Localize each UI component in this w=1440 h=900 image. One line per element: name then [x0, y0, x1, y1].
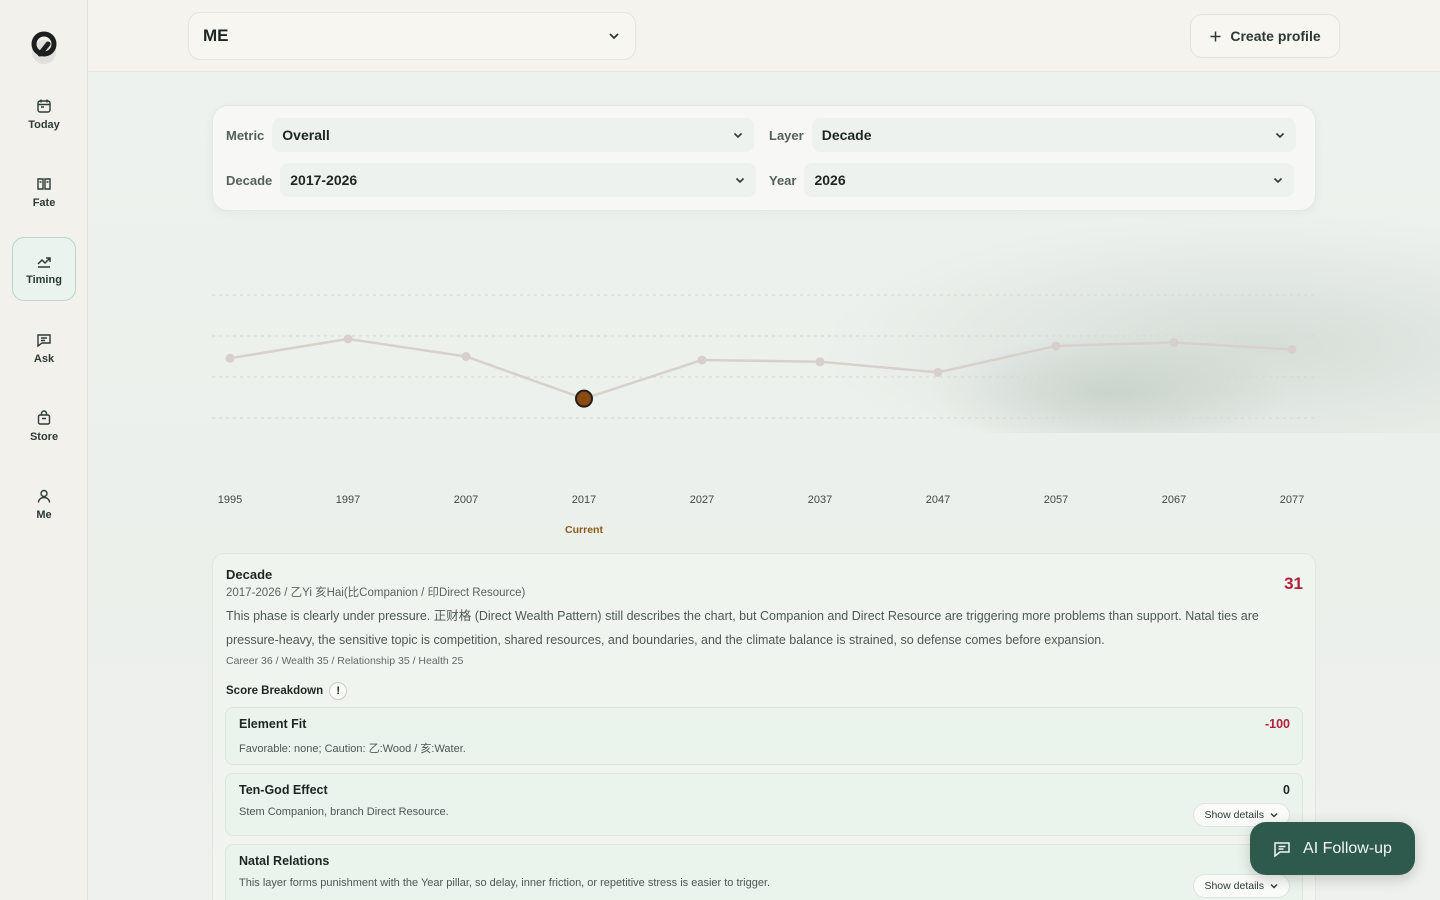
- chevron-down-icon: [1270, 884, 1278, 889]
- app-logo-icon[interactable]: [30, 28, 58, 68]
- timing-chart: 1995 1997 2007 2017 2027 2037 2047 2057 2067 2077…: [212, 294, 1316, 536]
- data-point: [461, 352, 471, 361]
- chevron-down-icon: [609, 33, 619, 40]
- data-point: [225, 353, 235, 363]
- data-point: [1169, 337, 1179, 347]
- nav-label: Ask: [33, 352, 55, 365]
- show-details-label: Show details: [1204, 809, 1264, 821]
- nav-label: Me: [36, 508, 52, 521]
- x-tick-label: 2047: [926, 494, 950, 506]
- breakdown-desc: Favorable: none; Caution: 乙:Wood / 亥:Wat…: [239, 743, 466, 755]
- decade-card: Decade 2017-2026 / 乙Yi 亥Hai(比Companion /…: [212, 553, 1316, 900]
- message-icon: [37, 333, 51, 347]
- x-tick-label: 2067: [1162, 494, 1186, 506]
- book-icon: [37, 177, 51, 190]
- breakdown-value: 0: [1283, 783, 1290, 797]
- data-point: [697, 355, 707, 365]
- breakdown-name: Natal Relations: [239, 854, 330, 868]
- x-tick-label: 2037: [808, 494, 832, 506]
- breakdown-name: Ten-God Effect: [239, 783, 328, 797]
- nav-label: Today: [28, 118, 60, 131]
- decade-title: Decade: [226, 567, 273, 582]
- x-tick-label: 2017: [572, 494, 596, 506]
- sidebar: Today Fate Timing Ask Store Me: [0, 0, 88, 900]
- data-point: [1287, 344, 1297, 354]
- x-tick-label: 2007: [454, 494, 478, 506]
- score-breakdown-label: Score Breakdown: [226, 685, 324, 697]
- data-point: [933, 367, 943, 377]
- breakdown-desc: Stem Companion, branch Direct Resource.: [239, 806, 449, 818]
- data-point: [815, 357, 825, 367]
- show-details-button[interactable]: Show details: [1193, 874, 1290, 898]
- nav-label: Timing: [26, 273, 62, 286]
- x-tick-label: 1997: [336, 494, 360, 506]
- breakdown-value: -100: [1264, 717, 1290, 731]
- chevron-down-icon: [1270, 813, 1278, 818]
- trend-icon: [37, 256, 51, 268]
- current-label: Current: [565, 524, 603, 536]
- series-line: [229, 337, 1293, 400]
- user-icon: [37, 489, 51, 503]
- nav-item-today[interactable]: Today: [12, 82, 76, 146]
- nav-item-ask[interactable]: Ask: [12, 316, 76, 380]
- bag-icon: [37, 409, 51, 425]
- breakdown-desc: This layer forms punishment with the Yea…: [239, 877, 771, 889]
- create-profile-label: Create profile: [1230, 28, 1321, 44]
- decade-metrics: Career 36 / Wealth 35 / Relationship 35 …: [226, 655, 464, 667]
- profile-select[interactable]: ME: [188, 12, 636, 60]
- breakdown-name: Element Fit: [239, 717, 307, 731]
- data-point: [343, 334, 353, 344]
- breakdown-item-ten-god-effect: Ten-God Effect Stem Companion, branch Di…: [225, 773, 1303, 836]
- x-tick-label: 2077: [1280, 494, 1304, 506]
- info-icon[interactable]: !: [329, 682, 348, 700]
- decade-score: 31: [1284, 574, 1303, 593]
- nav-item-fate[interactable]: Fate: [12, 160, 76, 224]
- ai-follow-up-button[interactable]: AI Follow-up: [1250, 822, 1415, 875]
- calendar-icon: [37, 99, 51, 113]
- profile-value: ME: [203, 26, 229, 45]
- decade-subtitle: 2017-2026 / 乙Yi 亥Hai(比Companion / 印Direc…: [226, 587, 526, 599]
- x-tick-label: 2027: [690, 494, 714, 506]
- create-profile-button[interactable]: Create profile: [1190, 14, 1340, 58]
- score-breakdown-heading: Score Breakdown !: [226, 682, 348, 700]
- header: ME Create profile: [88, 0, 1440, 72]
- show-details-label: Show details: [1204, 880, 1264, 892]
- breakdown-item-element-fit: Element Fit Favorable: none; Caution: 乙:…: [225, 707, 1303, 765]
- data-point-current: [575, 389, 593, 408]
- nav-item-store[interactable]: Store: [12, 394, 76, 458]
- nav-item-timing[interactable]: Timing: [12, 237, 76, 301]
- ai-follow-up-label: AI Follow-up: [1303, 839, 1392, 857]
- nav-label: Fate: [32, 196, 56, 209]
- plus-icon: [1210, 31, 1221, 41]
- x-tick-label: 1995: [218, 494, 242, 506]
- main-content: Metric Overall Layer Decade Decade 2017-…: [88, 73, 1440, 900]
- chat-icon: [1274, 841, 1290, 858]
- nav-item-me[interactable]: Me: [12, 472, 76, 536]
- breakdown-item-natal-relations: Natal Relations This layer forms punishm…: [225, 844, 1303, 900]
- nav-label: Store: [29, 430, 59, 443]
- data-point: [1051, 341, 1061, 351]
- x-tick-label: 2057: [1044, 494, 1068, 506]
- decade-description: This phase is clearly under pressure. 正财…: [226, 609, 1259, 647]
